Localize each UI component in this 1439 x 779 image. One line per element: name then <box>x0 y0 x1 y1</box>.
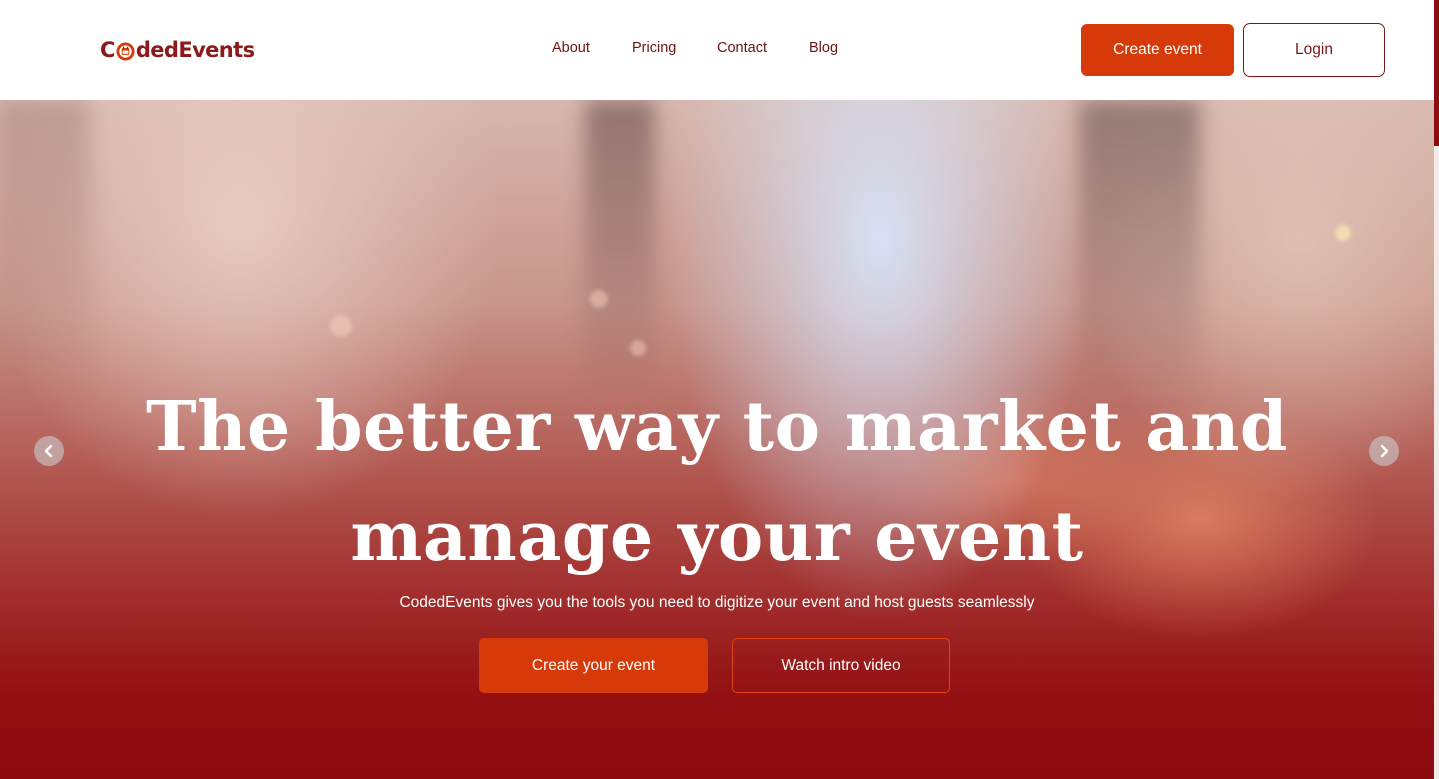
login-button[interactable]: Login <box>1243 23 1385 77</box>
hero-background-bokeh <box>630 340 646 356</box>
page-scrollbar[interactable] <box>1434 0 1439 779</box>
nav-link-about[interactable]: About <box>552 40 590 56</box>
hero-subtitle: CodedEvents gives you the tools you need… <box>399 594 1035 611</box>
hero-background-shade <box>0 100 90 400</box>
create-event-button[interactable]: Create event <box>1081 24 1234 76</box>
brand-logo[interactable]: C dedEvents <box>100 36 255 64</box>
nav-link-blog[interactable]: Blog <box>809 40 838 56</box>
logo-suffix: dedEvents <box>135 38 255 62</box>
hero-title-line-1: The better way to market and <box>146 387 1288 467</box>
hero-background-bokeh <box>1335 225 1351 241</box>
nav-link-contact[interactable]: Contact <box>717 40 767 56</box>
hero-background-shade <box>1080 100 1200 400</box>
logo-prefix: C <box>100 38 115 62</box>
hero-background-bokeh <box>590 290 608 308</box>
create-your-event-button[interactable]: Create your event <box>479 638 708 693</box>
hero-banner: The better way to market and manage your… <box>0 100 1434 779</box>
top-navbar: C dedEvents About Pricing Contact Blog C… <box>0 0 1434 100</box>
calendar-o-icon <box>116 41 135 61</box>
hero-background-bokeh <box>330 315 352 337</box>
scrollbar-thumb[interactable] <box>1434 0 1439 146</box>
hero-title-line-2: manage your event <box>350 497 1084 577</box>
watch-intro-video-button[interactable]: Watch intro video <box>732 638 950 693</box>
nav-link-pricing[interactable]: Pricing <box>632 40 676 56</box>
hero-background-shade <box>585 100 655 400</box>
hero-title: The better way to market and manage your… <box>0 372 1434 592</box>
